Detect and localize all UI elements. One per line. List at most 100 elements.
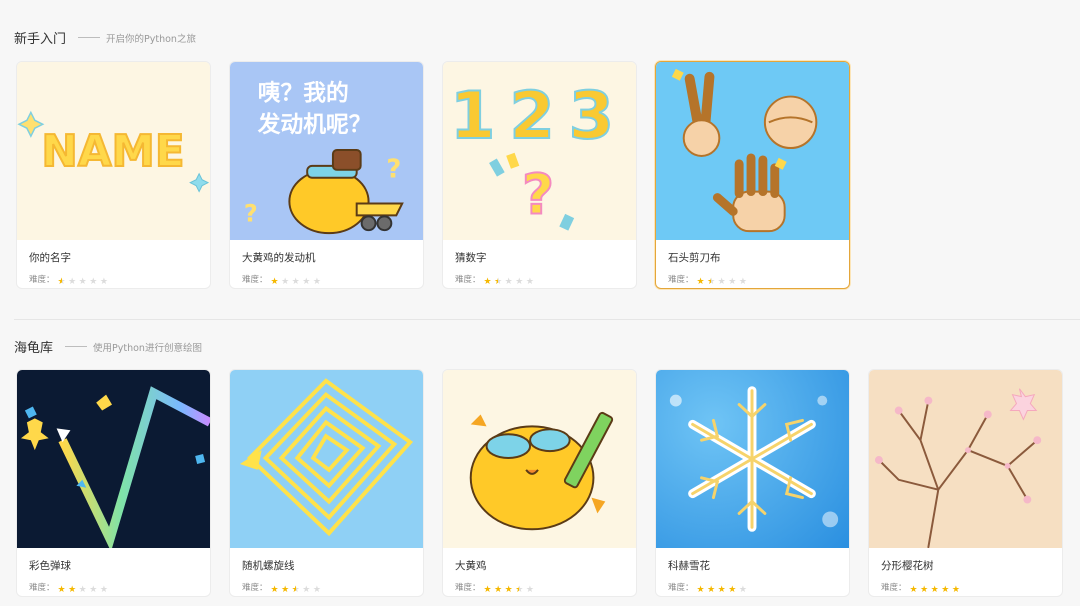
star-icon: ★ xyxy=(483,277,492,287)
card-title: 科赫雪花 xyxy=(668,560,710,572)
chick-engine-illustration: 咦？我的 发动机呢？ ? ? xyxy=(244,80,404,235)
section-divider xyxy=(14,319,1080,320)
card-title: 随机螺旋线 xyxy=(242,560,295,572)
star-rating: ★ ★ ★ ★ ★ xyxy=(58,269,111,288)
star-icon: ★ xyxy=(270,585,279,595)
star-icon: ★ xyxy=(494,277,503,287)
star-icon: ★ xyxy=(89,277,98,287)
star-icon: ★ xyxy=(99,585,108,595)
snowflake-illustration xyxy=(669,386,839,532)
difficulty-label: 难度： xyxy=(881,582,907,593)
star-rating: ★ ★ ★ ★ ★ xyxy=(58,577,111,596)
difficulty-label: 难度： xyxy=(29,582,55,593)
difficulty-rating: 难度： ★ ★ ★ ★ ★ xyxy=(455,269,536,288)
difficulty-rating: 难度： ★ ★ ★ ★ ★ xyxy=(881,577,962,596)
difficulty-label: 难度： xyxy=(242,274,268,285)
beginner-card-row: NAME . 你的名字 难度： ★★★★★ 咦？我的 发动机呢？ ? xyxy=(16,61,850,289)
difficulty-label: 难度： xyxy=(242,582,268,593)
star-icon: ★ xyxy=(941,585,950,595)
project-card-random-spiral[interactable]: 随机螺旋线 难度： ★ ★ ★ ★ ★ xyxy=(229,369,424,597)
card-thumbnail: NAME . xyxy=(17,62,210,240)
project-card-your-name[interactable]: NAME . 你的名字 难度： ★★★★★ xyxy=(16,61,211,289)
star-icon: ★ xyxy=(89,585,98,595)
spiral-illustration xyxy=(239,378,414,537)
star-rating: ★ ★ ★ ★ ★ xyxy=(697,269,750,288)
star-icon: ★ xyxy=(281,585,290,595)
star-icon: ★ xyxy=(707,277,716,287)
title-dash xyxy=(78,37,101,38)
svg-text:?: ? xyxy=(244,199,258,227)
project-card-rock-paper-scissors[interactable]: 石头剪刀布 难度： ★ ★ ★ ★ ★ xyxy=(655,61,850,289)
card-title: 你的名字 xyxy=(29,252,71,264)
card-thumbnail xyxy=(656,62,849,240)
difficulty-label: 难度： xyxy=(455,274,481,285)
project-card-fractal-sakura[interactable]: 分形樱花树 难度： ★ ★ ★ ★ ★ xyxy=(868,369,1063,597)
numbers-illustration: 123 ? xyxy=(449,77,615,231)
difficulty-rating: 难度： ★ ★ ★ ★ ★ xyxy=(455,577,536,596)
star-icon: ★ xyxy=(728,277,737,287)
star-icon: ★ xyxy=(717,277,726,287)
star-icon: ★ xyxy=(525,585,534,595)
project-card-guess-number[interactable]: 123 ? 猜数字 难度： ★ ★ ★ ★ ★ xyxy=(442,61,637,289)
card-thumbnail: 咦？我的 发动机呢？ ? ? xyxy=(230,62,423,240)
star-icon: ★ xyxy=(281,277,290,287)
star-rating: ★ ★ ★ ★ ★ xyxy=(697,577,750,596)
project-card-chick[interactable]: 大黄鸡 难度： ★ ★ ★ ★ ★ xyxy=(442,369,637,597)
star-rating: ★ ★ ★ ★ ★ xyxy=(271,269,324,288)
difficulty-rating: 难度： ★ ★ ★ ★ ★ xyxy=(668,577,749,596)
name-illustration: NAME . xyxy=(17,110,210,193)
chick-illustration xyxy=(469,411,614,531)
star-icon: ★ xyxy=(302,585,311,595)
card-thumbnail xyxy=(656,370,849,548)
section-title: 新手入门 xyxy=(14,32,67,47)
star-icon: ★ xyxy=(696,277,705,287)
card-title: 大黄鸡的发动机 xyxy=(242,252,316,264)
star-icon: ★ xyxy=(312,277,321,287)
card-thumbnail xyxy=(443,370,636,548)
card-title: 大黄鸡 xyxy=(455,560,487,572)
sakura-illustration xyxy=(874,388,1042,548)
section-header-beginner: 新手入门 开启你的Python之旅 xyxy=(14,28,196,47)
card-title: 猜数字 xyxy=(455,252,487,264)
difficulty-rating: 难度： ★ ★ ★ ★ ★ xyxy=(242,577,323,596)
star-rating: ★ ★ ★ ★ ★ xyxy=(910,577,963,596)
hands-illustration xyxy=(671,68,818,233)
svg-text:发动机呢？: 发动机呢？ xyxy=(257,111,372,138)
star-rating: ★ ★ ★ ★ ★ xyxy=(484,269,537,288)
card-thumbnail xyxy=(230,370,423,548)
star-icon: ★ xyxy=(78,277,87,287)
star-icon: ★ xyxy=(302,277,311,287)
turtle-card-row: 彩色弹球 难度： ★ ★ ★ ★ ★ 随机螺旋线 难度： ★ ★ ★ ★ ★ 大… xyxy=(16,369,1063,597)
difficulty-rating: 难度： ★ ★ ★ ★ ★ xyxy=(29,577,110,596)
star-icon: ★ xyxy=(99,277,108,287)
difficulty-rating: 难度： ★ ★ ★ ★ ★ xyxy=(242,269,323,288)
star-icon: ★ xyxy=(909,585,918,595)
star-rating: ★ ★ ★ ★ ★ xyxy=(484,577,537,596)
project-card-chick-engine[interactable]: 咦？我的 发动机呢？ ? ? 大黄鸡的发动机 难度： ★ ★ ★ ★ ★ xyxy=(229,61,424,289)
project-card-color-bounce[interactable]: 彩色弹球 难度： ★ ★ ★ ★ ★ xyxy=(16,369,211,597)
star-icon: ★ xyxy=(930,585,939,595)
star-icon: ★ xyxy=(57,585,66,595)
difficulty-label: 难度： xyxy=(29,274,55,285)
star-icon: ★ xyxy=(291,585,300,595)
star-icon: ★ xyxy=(68,585,77,595)
star-icon: ★ xyxy=(270,277,279,287)
card-title: 彩色弹球 xyxy=(29,560,71,572)
star-icon: ★ xyxy=(707,585,716,595)
star-icon: ★ xyxy=(504,585,513,595)
star-icon: ★ xyxy=(951,585,960,595)
star-icon: ★ xyxy=(738,277,747,287)
star-icon: ★ xyxy=(738,585,747,595)
star-icon: ★ xyxy=(728,585,737,595)
star-icon: ★ xyxy=(483,585,492,595)
star-icon: ★ xyxy=(920,585,929,595)
project-card-koch-snowflake[interactable]: 科赫雪花 难度： ★ ★ ★ ★ ★ xyxy=(655,369,850,597)
star-icon: ★ xyxy=(68,277,77,287)
card-thumbnail: 123 ? xyxy=(443,62,636,240)
bounce-illustration xyxy=(20,386,210,548)
title-dash xyxy=(65,346,88,347)
section-subtitle: 使用Python进行创意绘图 xyxy=(93,342,202,354)
star-icon: ★ xyxy=(57,277,66,287)
section-header-turtle: 海龟库 使用Python进行创意绘图 xyxy=(14,337,202,356)
section-subtitle: 开启你的Python之旅 xyxy=(106,33,196,45)
